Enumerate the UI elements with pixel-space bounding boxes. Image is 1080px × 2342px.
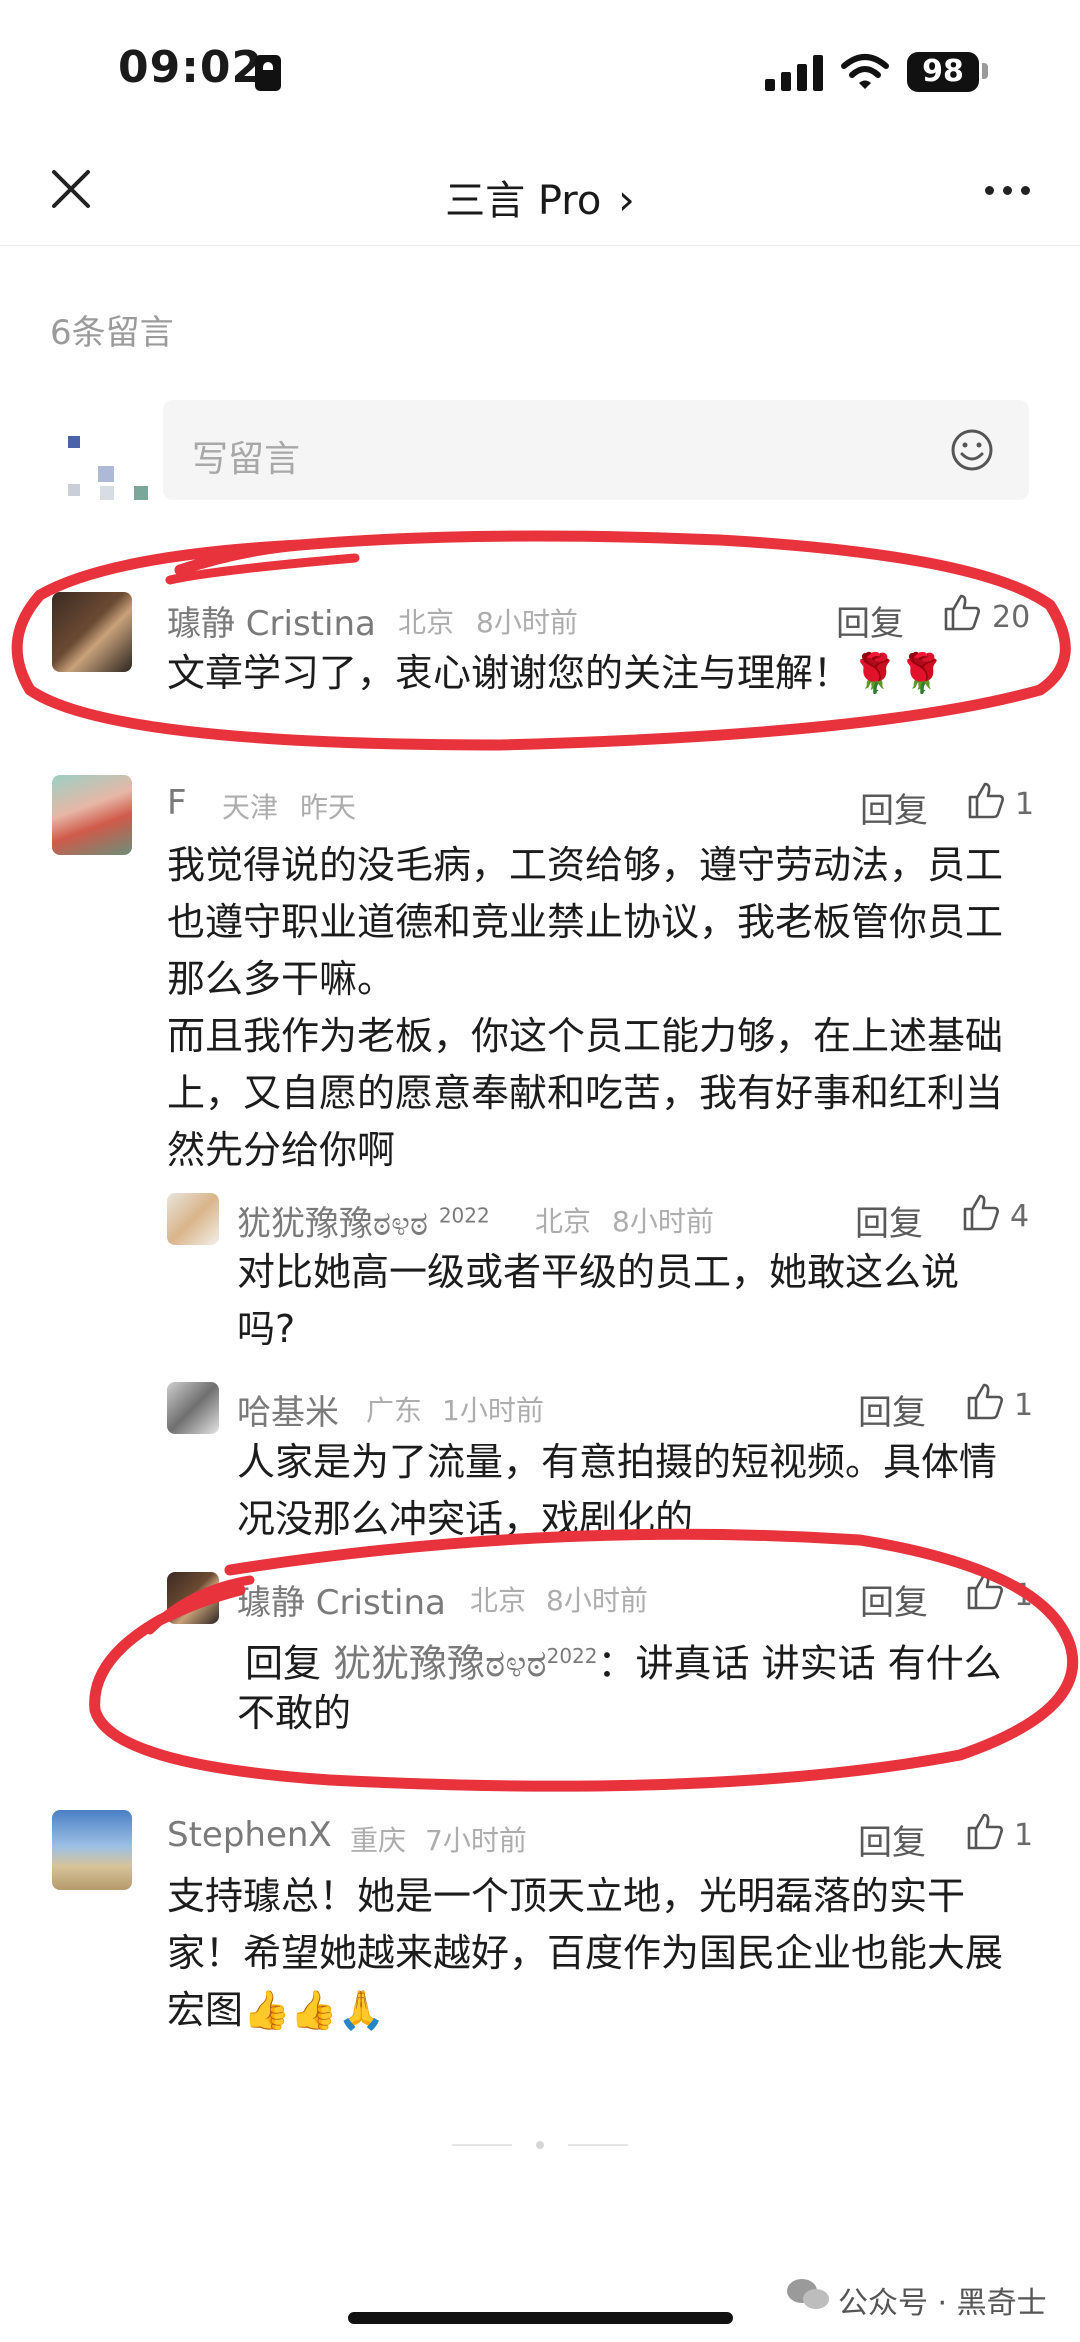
comment-time: 7小时前 <box>425 1824 527 1857</box>
avatar[interactable] <box>167 1193 219 1245</box>
cellular-signal-icon <box>765 55 825 91</box>
thumbs-up-icon[interactable] <box>966 780 1006 820</box>
reply-time: 1小时前 <box>442 1394 544 1427</box>
like-count: 1 <box>1014 1818 1034 1853</box>
comment-text: 我觉得说的没毛病，工资给够，遵守劳动法，员工 也遵守职业道德和竞业禁止协议，我老… <box>167 843 1004 1172</box>
chevron-right-icon[interactable]: › <box>618 175 635 224</box>
reply-location: 北京 <box>535 1205 592 1238</box>
footer-source: 公众号 · 黑奇士 <box>838 2286 1047 2321</box>
thumbs-up-icon[interactable] <box>965 1811 1005 1851</box>
thumbs-up-icon[interactable] <box>961 1192 1001 1232</box>
reply-author[interactable]: 哈基米 <box>237 1385 339 1434</box>
author-badge: 2022 <box>438 1203 490 1228</box>
comment-author[interactable]: StephenX <box>167 1815 332 1855</box>
reply-button[interactable]: 回复 <box>855 1196 923 1245</box>
status-time: 09:02 <box>118 42 264 93</box>
battery-indicator: 98 <box>907 52 979 92</box>
nav-divider <box>0 245 1080 246</box>
orientation-lock-icon <box>255 55 281 91</box>
reply-location: 广东 <box>366 1394 423 1427</box>
like-count: 1 <box>1014 1388 1034 1423</box>
avatar[interactable] <box>52 1810 132 1890</box>
comment-text: 支持璩总！她是一个顶天立地，光明磊落的实干 家！希望她越来越好，百度作为国民企业… <box>167 1874 1004 2032</box>
avatar[interactable] <box>167 1382 219 1434</box>
like-count: 1 <box>1015 787 1035 822</box>
reply-text: 对比她高一级或者平级的员工，她敢这么说 吗? <box>237 1250 960 1351</box>
emoji-icon[interactable] <box>950 428 994 472</box>
wechat-icon <box>787 2279 829 2309</box>
comment-author[interactable]: F <box>167 783 187 823</box>
reply-button[interactable]: 回复 <box>858 1385 926 1434</box>
comment-location: 天津 <box>222 791 279 824</box>
thumbs-up-icon[interactable] <box>965 1381 1005 1421</box>
battery-tip <box>982 63 988 79</box>
reply-author[interactable]: 犹犹豫豫ಠ೪ಠ 2022 <box>237 1196 490 1245</box>
like-count: 4 <box>1010 1199 1030 1234</box>
reply-time: 8小时前 <box>612 1205 714 1238</box>
comment-location: 重庆 <box>350 1824 407 1857</box>
user-avatar <box>62 430 152 505</box>
annotation-circle-top <box>11 530 1071 751</box>
reply-button[interactable]: 回复 <box>858 1815 926 1864</box>
nav-title-text[interactable]: 三言 Pro <box>445 178 601 224</box>
reply-author-name[interactable]: 犹犹豫豫ಠ೪ಠ <box>237 1204 428 1244</box>
nav-title[interactable]: 三言 Pro › <box>0 168 1080 226</box>
page-indicator <box>452 2141 628 2149</box>
comment-time: 昨天 <box>300 791 357 824</box>
comment-input-placeholder[interactable]: 写留言 <box>192 430 300 482</box>
wifi-icon <box>841 54 889 89</box>
avatar[interactable] <box>52 775 132 855</box>
comment-count: 6条留言 <box>50 313 174 353</box>
more-icon[interactable] <box>985 186 1035 196</box>
reply-button[interactable]: 回复 <box>860 783 928 832</box>
annotation-circle-bottom <box>89 1528 1079 1792</box>
home-indicator[interactable] <box>348 2312 733 2324</box>
